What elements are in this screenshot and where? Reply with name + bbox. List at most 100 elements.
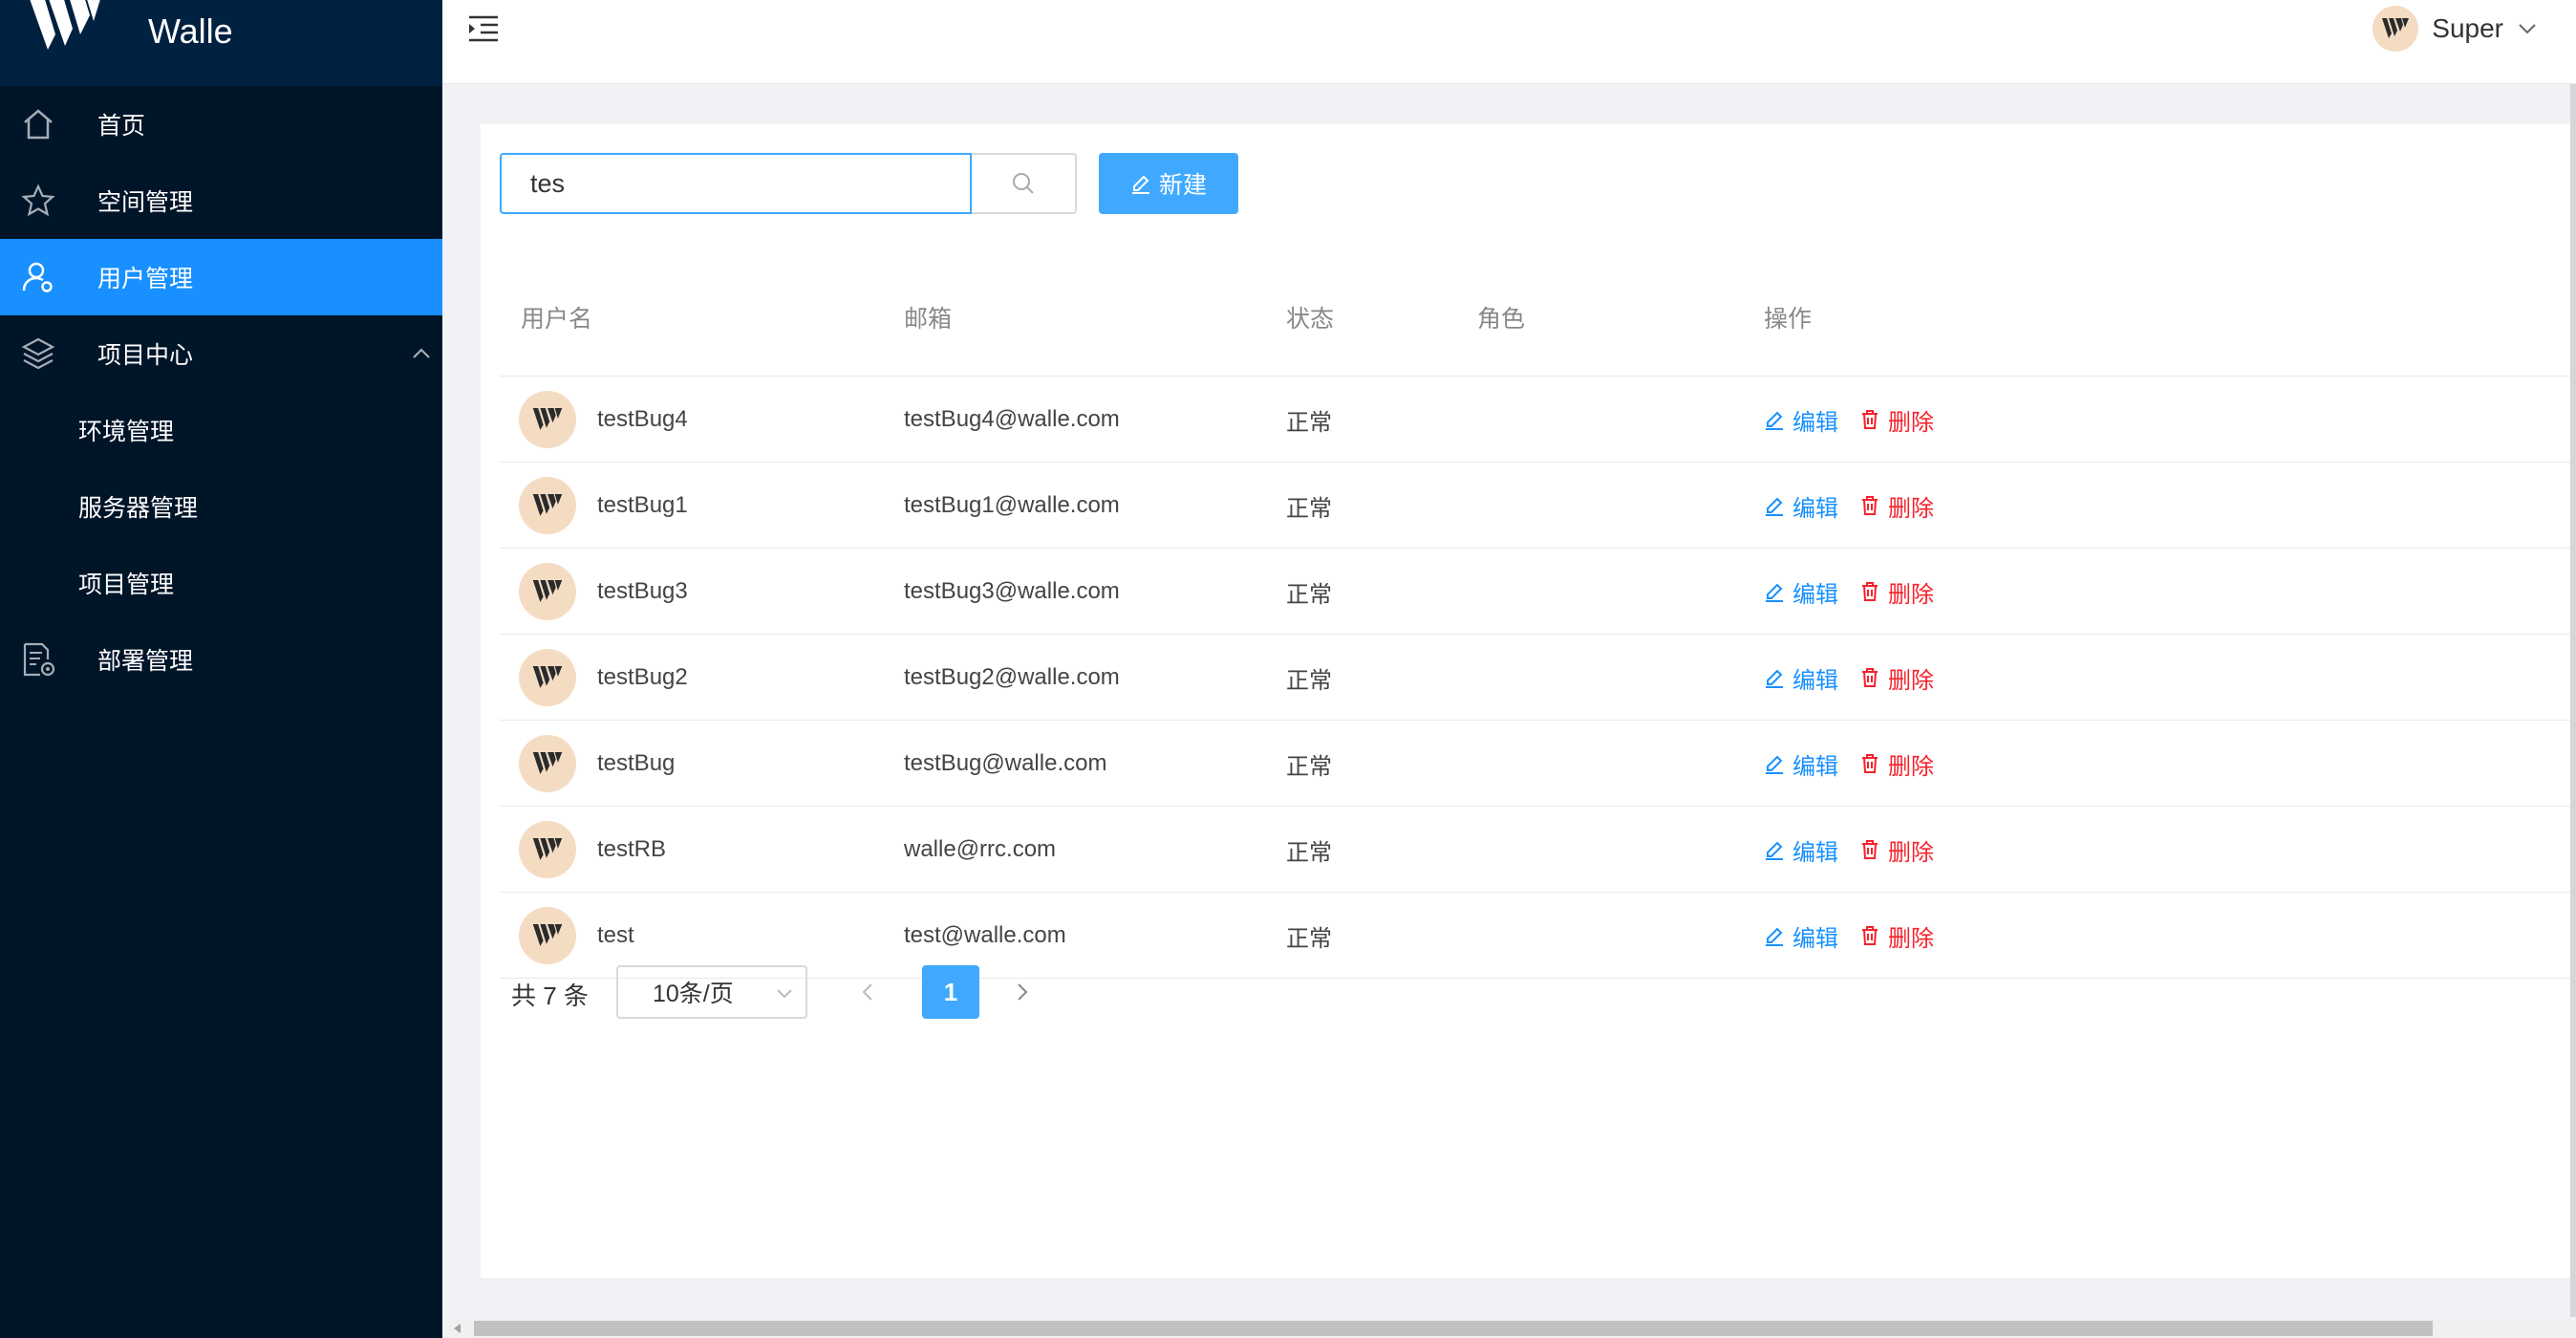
status-cell: 正常 — [1286, 667, 1332, 694]
new-button-label: 新建 — [1158, 172, 1207, 199]
delete-label: 删除 — [1888, 495, 1934, 522]
edit-button[interactable]: 编辑 — [1764, 489, 1838, 523]
table-row: testBug testBug@walle.com 正常 编辑 删除 — [500, 721, 2576, 807]
scrollbar-thumb[interactable] — [474, 1321, 2433, 1336]
next-page-icon[interactable] — [1010, 981, 1033, 1004]
sidebar-item-deploy[interactable]: 部署管理 — [0, 621, 442, 698]
table-header: 用户名 邮箱 状态 角色 操作 — [500, 268, 2576, 377]
vertical-scrollbar[interactable] — [2570, 84, 2576, 1317]
avatar — [519, 391, 576, 448]
actions-cell: 编辑 删除 — [1764, 721, 1934, 807]
status-cell: 正常 — [1286, 753, 1332, 780]
scroll-left-icon[interactable] — [451, 1322, 464, 1335]
actions-cell: 编辑 删除 — [1764, 549, 1934, 635]
table-row: testBug3 testBug3@walle.com 正常 编辑 删除 — [500, 549, 2576, 635]
edit-label: 编辑 — [1792, 667, 1838, 694]
edit-label: 编辑 — [1792, 839, 1838, 866]
actions-cell: 编辑 删除 — [1764, 463, 1934, 549]
edit-button[interactable]: 编辑 — [1764, 661, 1838, 695]
delete-button[interactable]: 删除 — [1859, 919, 1934, 953]
table-row: testRB walle@rrc.com 正常 编辑 删除 — [500, 807, 2576, 893]
actions-cell: 编辑 删除 — [1764, 807, 1934, 893]
column-header: 邮箱 — [904, 306, 953, 333]
delete-icon — [1862, 668, 1878, 687]
delete-label: 删除 — [1888, 839, 1934, 866]
table-row: testBug2 testBug2@walle.com 正常 编辑 删除 — [500, 635, 2576, 721]
edit-icon — [1766, 841, 1783, 860]
sidebar-item-home[interactable]: 首页 — [0, 86, 442, 162]
horizontal-scrollbar[interactable] — [449, 1319, 2576, 1338]
column-header: 操作 — [1764, 306, 1813, 333]
delete-button[interactable]: 删除 — [1859, 575, 1934, 609]
walle-logo-icon — [532, 494, 563, 516]
delete-button[interactable]: 删除 — [1859, 489, 1934, 523]
walle-logo-icon — [532, 580, 563, 602]
search-button[interactable] — [972, 153, 1077, 214]
edit-label: 编辑 — [1792, 753, 1838, 780]
sidebar-item-project-center[interactable]: 项目中心 — [0, 315, 442, 392]
sidebar: Walle 首页 空间管理 用户管理 项目中心 环境管理 服务器管理 项目管理 … — [0, 0, 442, 1338]
delete-icon — [1862, 840, 1878, 859]
edit-button[interactable]: 编辑 — [1764, 833, 1838, 867]
prev-page-icon[interactable] — [857, 981, 880, 1004]
sidebar-item-users[interactable]: 用户管理 — [0, 239, 442, 315]
column-header: 角色 — [1477, 306, 1526, 333]
total-count: 共 7 条 — [511, 982, 589, 1010]
sidebar-item-label: 首页 — [97, 113, 146, 140]
page-size-select[interactable]: 10条/页 — [616, 965, 807, 1019]
delete-button[interactable]: 删除 — [1859, 747, 1934, 781]
status-cell: 正常 — [1286, 581, 1332, 608]
avatar — [519, 477, 576, 534]
column-header: 用户名 — [521, 306, 593, 333]
avatar — [2372, 6, 2419, 52]
layers-icon — [21, 337, 55, 370]
star-icon — [21, 183, 55, 217]
delete-button[interactable]: 删除 — [1859, 403, 1934, 437]
edit-icon — [1766, 927, 1783, 946]
actions-cell: 编辑 删除 — [1764, 635, 1934, 721]
sidebar-subitem-project[interactable]: 项目管理 — [0, 545, 442, 621]
sidebar-subitem-server[interactable]: 服务器管理 — [0, 468, 442, 545]
actions-cell: 编辑 删除 — [1764, 893, 1934, 979]
avatar — [519, 649, 576, 706]
email-cell: walle@rrc.com — [904, 836, 1057, 862]
edit-button[interactable]: 编辑 — [1764, 747, 1838, 781]
username-cell: testBug2 — [597, 664, 688, 690]
delete-button[interactable]: 删除 — [1859, 833, 1934, 867]
search-input[interactable] — [500, 153, 972, 214]
edit-icon — [1766, 669, 1783, 688]
page-number-current[interactable]: 1 — [922, 965, 979, 1019]
chevron-down-icon — [2519, 24, 2536, 34]
avatar — [519, 821, 576, 878]
delete-icon — [1862, 582, 1878, 601]
menu-fold-icon[interactable] — [467, 13, 500, 46]
email-cell: testBug1@walle.com — [904, 492, 1120, 518]
walle-logo-icon — [532, 838, 563, 860]
sidebar-item-space[interactable]: 空间管理 — [0, 162, 442, 239]
user-menu[interactable]: Super — [2372, 4, 2538, 54]
content-card: 新建 用户名 邮箱 状态 角色 操作 testBug4 testBug4@wall… — [481, 124, 2576, 1278]
column-header: 状态 — [1286, 306, 1335, 333]
edit-icon — [1766, 583, 1783, 602]
walle-logo-icon — [30, 0, 100, 50]
status-cell: 正常 — [1286, 925, 1332, 952]
search-box — [500, 153, 1077, 214]
user-name: Super — [2432, 13, 2503, 43]
edit-button[interactable]: 编辑 — [1764, 575, 1838, 609]
email-cell: testBug2@walle.com — [904, 664, 1120, 690]
new-button[interactable]: 新建 — [1099, 153, 1238, 214]
delete-label: 删除 — [1888, 581, 1934, 608]
edit-button[interactable]: 编辑 — [1764, 919, 1838, 953]
walle-logo-icon — [532, 408, 563, 430]
edit-label: 编辑 — [1792, 495, 1838, 522]
sidebar-subitem-env[interactable]: 环境管理 — [0, 392, 442, 468]
status-cell: 正常 — [1286, 495, 1332, 522]
edit-button[interactable]: 编辑 — [1764, 403, 1838, 437]
page-size-value: 10条/页 — [653, 981, 734, 1007]
edit-label: 编辑 — [1792, 581, 1838, 608]
delete-button[interactable]: 删除 — [1859, 661, 1934, 695]
edit-label: 编辑 — [1792, 925, 1838, 952]
avatar — [519, 735, 576, 792]
username-cell: testRB — [597, 836, 667, 862]
username-cell: testBug1 — [597, 492, 688, 518]
